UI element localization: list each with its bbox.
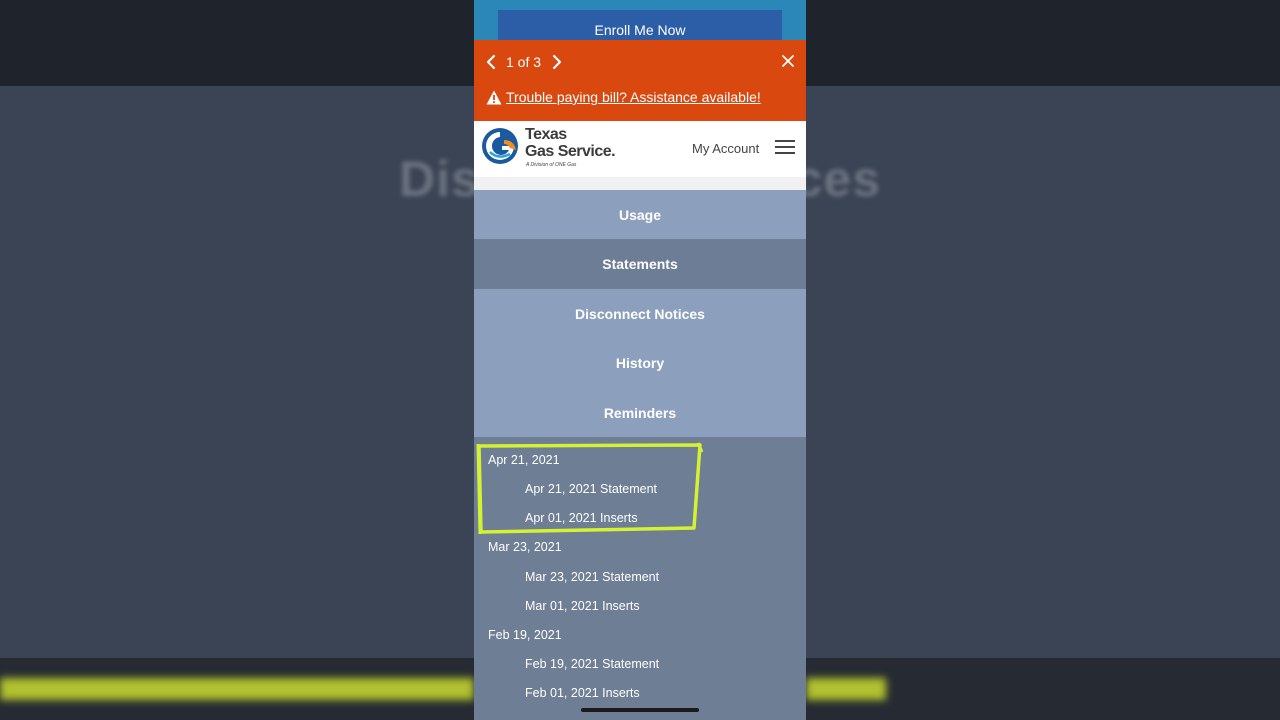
tab-reminders[interactable]: Reminders xyxy=(474,388,806,438)
header-divider xyxy=(474,177,806,190)
alert-banner xyxy=(474,40,806,121)
tab-history[interactable]: History xyxy=(474,338,806,388)
tab-statements[interactable]: Statements xyxy=(474,239,806,289)
phone-screen: Enroll Me Now 1 of 3 Trouble paying bill… xyxy=(474,0,806,720)
inserts-link[interactable]: Mar 01, 2021 Inserts xyxy=(525,599,640,614)
enroll-button[interactable]: Enroll Me Now xyxy=(498,10,782,40)
logo-text-line2: Gas Service. xyxy=(525,143,616,160)
close-icon[interactable] xyxy=(780,53,796,69)
tab-disconnect-notices[interactable]: Disconnect Notices xyxy=(474,289,806,339)
chevron-right-icon[interactable] xyxy=(550,54,564,70)
logo-icon[interactable] xyxy=(480,126,520,166)
pager-count: 1 of 3 xyxy=(506,54,542,70)
background-highlight-stroke-right xyxy=(806,678,886,700)
home-indicator xyxy=(581,708,699,712)
statement-link[interactable]: Feb 19, 2021 Statement xyxy=(525,657,659,672)
statement-link[interactable]: Mar 23, 2021 Statement xyxy=(525,570,659,585)
statement-date-header: Mar 23, 2021 xyxy=(488,540,562,554)
hamburger-menu-icon[interactable] xyxy=(774,138,796,156)
inserts-link[interactable]: Feb 01, 2021 Inserts xyxy=(525,686,640,701)
assistance-link[interactable]: Trouble paying bill? Assistance availabl… xyxy=(506,89,761,106)
warning-icon xyxy=(486,90,502,105)
highlight-annotation xyxy=(476,442,704,535)
logo-text-line1: Texas xyxy=(525,126,567,143)
tab-usage[interactable]: Usage xyxy=(474,190,806,240)
background-highlight-stroke-left xyxy=(0,678,474,700)
my-account-link[interactable]: My Account xyxy=(692,141,759,156)
chevron-left-icon[interactable] xyxy=(484,54,498,70)
statement-date-header: Feb 19, 2021 xyxy=(488,628,562,642)
logo-tagline: A Division of ONE Gas xyxy=(526,162,577,168)
